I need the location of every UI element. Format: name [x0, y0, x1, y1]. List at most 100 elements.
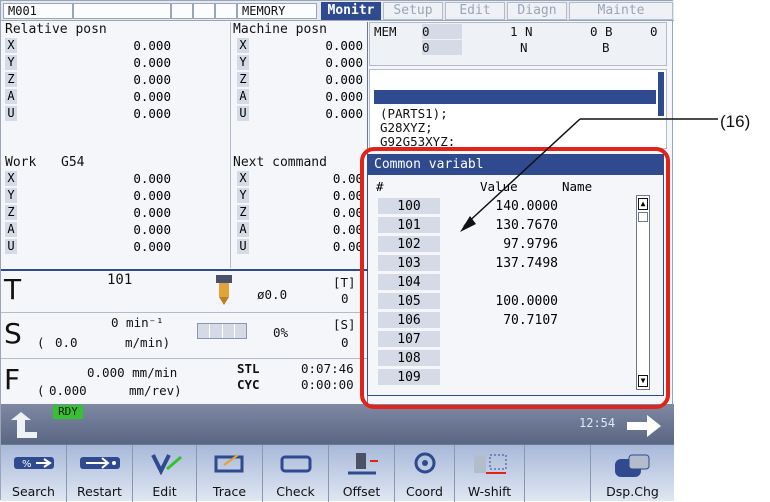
- axis-label: A: [237, 222, 249, 237]
- menu-blank[interactable]: [525, 445, 591, 502]
- axis-value: 0.000: [133, 188, 171, 203]
- feed-label: F: [4, 363, 21, 396]
- callout-leader: [460, 118, 718, 232]
- mem-box: MEM 0 1 N 0 B 0 0 N B: [369, 22, 667, 66]
- axis-value: 0.000: [133, 38, 171, 53]
- spindle-surface-speed: 0.0: [55, 335, 78, 350]
- tool-diameter: ø0.0: [257, 287, 288, 302]
- menu-restart-label: Restart: [77, 484, 122, 499]
- o-number-2: 0: [422, 40, 462, 55]
- axis-value: 0.00: [332, 239, 363, 254]
- b-label: 0 B: [590, 24, 613, 39]
- axis-value: 0.000: [325, 55, 363, 70]
- work-shift-icon: [473, 454, 506, 474]
- menu-w-shift-label: W-shift: [467, 484, 512, 499]
- spindle-bracket: [S]: [333, 317, 356, 332]
- menu-offset[interactable]: Offset: [329, 445, 395, 502]
- spindle-load-bar: [197, 323, 247, 339]
- next-menu-icon[interactable]: [625, 412, 665, 440]
- axis-label: A: [237, 89, 249, 104]
- n-label: 1 N: [510, 24, 533, 39]
- tool-label: T: [4, 273, 22, 306]
- axis-label: Z: [237, 72, 249, 87]
- axis-label: Y: [5, 55, 17, 70]
- axis-value: 0.000: [133, 222, 171, 237]
- tool-count: 0: [341, 291, 349, 306]
- feed-rate: 0.000 mm/min: [87, 365, 178, 380]
- axis-label: Z: [5, 72, 17, 87]
- tool-bracket: [T]: [333, 275, 356, 290]
- menu-trace[interactable]: Trace: [197, 445, 263, 502]
- stl-label: STL: [237, 361, 260, 376]
- o-number: 0: [422, 24, 462, 39]
- cyc-time: 0:00:00: [301, 377, 354, 392]
- work-title: Work: [5, 155, 37, 170]
- feed-row: F 0.000 mm/min ( 0.000 mm/rev) STL 0:07:…: [1, 359, 367, 403]
- current-line-highlight: [374, 90, 656, 104]
- spindle-paren-open: (: [37, 335, 45, 350]
- tab-maintenance[interactable]: Mainte: [569, 2, 673, 20]
- back-icon[interactable]: [7, 410, 39, 440]
- svg-text:%: %: [22, 459, 32, 470]
- callout-label: (16): [720, 112, 751, 131]
- relative-posn-title: Relative posn: [5, 22, 107, 37]
- axis-label: U: [5, 239, 17, 254]
- menu-display-change-label: Dsp.Chg: [606, 484, 659, 499]
- tab-monitor[interactable]: Monitr: [321, 2, 381, 20]
- cyc-label: CYC: [237, 377, 260, 392]
- menu-search[interactable]: % Search: [1, 445, 67, 502]
- menu-bar: % Search Restart Edit Trace Check Offset…: [1, 444, 674, 502]
- axis-value: 0.00: [332, 171, 363, 186]
- menu-check[interactable]: Check: [263, 445, 329, 502]
- work-coord-system: G54: [61, 155, 85, 170]
- axis-value: 0.00: [332, 205, 363, 220]
- feed-paren-open: (: [37, 383, 45, 398]
- axis-label: X: [5, 38, 17, 53]
- menu-restart[interactable]: Restart: [67, 445, 133, 502]
- menu-check-label: Check: [276, 484, 315, 499]
- axis-label: Y: [237, 55, 249, 70]
- axis-label: U: [5, 106, 17, 121]
- menu-w-shift[interactable]: W-shift: [455, 445, 525, 502]
- coord-icon: [414, 452, 435, 474]
- tab-diagnosis[interactable]: Diagn: [507, 2, 567, 20]
- axis-label: A: [5, 89, 17, 104]
- axis-label: X: [5, 171, 17, 186]
- ready-indicator: RDY: [53, 405, 83, 419]
- search-icon: %: [13, 457, 54, 470]
- next-command-title: Next command: [233, 155, 327, 170]
- machine-posn-title: Machine posn: [233, 22, 327, 37]
- stl-time: 0:07:46: [301, 361, 354, 376]
- axis-label: Z: [237, 205, 249, 220]
- blank-field: [171, 3, 193, 19]
- axis-label: X: [237, 38, 249, 53]
- axis-label: A: [5, 222, 17, 237]
- menu-display-change[interactable]: Dsp.Chg: [591, 445, 674, 502]
- menu-coord-label: Coord: [406, 484, 443, 499]
- top-bar: M001 MEMORY Monitr Setup Edit Diagn Main…: [1, 1, 674, 21]
- feed-per-rev: 0.000: [49, 383, 87, 398]
- clock: 12:54: [579, 416, 616, 430]
- program-line: G28XYZ;: [380, 120, 433, 135]
- menu-search-label: Search: [12, 484, 55, 499]
- tool-row: T 101 ø0.0 [T] 0: [1, 271, 367, 313]
- b-label-2: B: [602, 40, 610, 55]
- column-divider: [230, 22, 231, 268]
- axis-value: 0.000: [325, 106, 363, 121]
- blank-field: [73, 3, 171, 19]
- blank-field: [215, 3, 237, 19]
- spindle-label: S: [4, 317, 22, 350]
- spindle-unit: m/min): [125, 335, 171, 350]
- n-label-2: N: [520, 40, 528, 55]
- tab-edit[interactable]: Edit: [445, 2, 505, 20]
- tab-setup[interactable]: Setup: [383, 2, 443, 20]
- menu-edit[interactable]: Edit: [133, 445, 197, 502]
- menu-coord[interactable]: Coord: [395, 445, 455, 502]
- axis-value: 0.000: [133, 205, 171, 220]
- display-change-icon: [614, 454, 649, 477]
- spindle-row: S 0 min⁻¹ ( 0.0 m/min) 0% [S] 0: [1, 313, 367, 359]
- axis-value: 0.000: [325, 38, 363, 53]
- blank-field: [193, 3, 215, 19]
- program-number: M001: [3, 3, 73, 19]
- mem-label: MEM: [374, 24, 397, 39]
